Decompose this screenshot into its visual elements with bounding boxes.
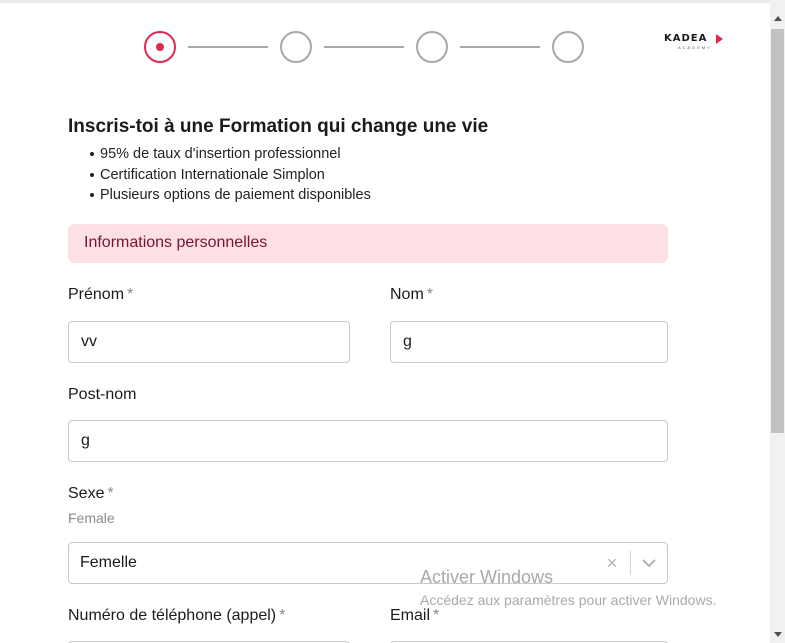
- top-divider: [0, 0, 770, 3]
- logo-subtext: ACADEMY: [678, 45, 712, 50]
- required-marker: *: [279, 607, 286, 624]
- step-2-indicator[interactable]: [280, 31, 312, 63]
- step-1-indicator[interactable]: [144, 31, 176, 63]
- section-banner: Informations personnelles: [68, 224, 668, 263]
- logo-text: KADEA: [664, 33, 708, 44]
- scroll-up-arrow-icon[interactable]: [774, 16, 782, 21]
- prenom-label: Prénom *: [68, 286, 133, 304]
- nom-label-text: Nom: [390, 286, 424, 303]
- section-title: Informations personnelles: [84, 234, 268, 251]
- nom-input-value: g: [403, 333, 412, 350]
- postnom-input-value: g: [81, 432, 90, 449]
- required-marker: *: [127, 286, 134, 303]
- step-4-indicator[interactable]: [552, 31, 584, 63]
- chevron-down-icon[interactable]: [631, 559, 667, 567]
- step-connector: [324, 46, 404, 48]
- step-3-indicator[interactable]: [416, 31, 448, 63]
- postnom-input[interactable]: g: [68, 420, 668, 462]
- required-marker: *: [426, 286, 434, 303]
- prenom-input-value: vv: [81, 333, 97, 350]
- windows-activation-watermark: Activer Windows Accédez aux paramètres p…: [420, 567, 716, 608]
- benefit-item: Certification Internationale Simplon: [90, 165, 371, 186]
- required-marker: *: [107, 485, 114, 502]
- prenom-label-text: Prénom: [68, 286, 125, 303]
- progress-stepper: [144, 31, 584, 63]
- email-label-text: Email: [390, 607, 431, 624]
- telephone-label-text: Numéro de téléphone (appel): [68, 607, 277, 624]
- sexe-hint: Female: [68, 510, 115, 526]
- vertical-scrollbar[interactable]: [770, 0, 785, 643]
- benefit-item: 95% de taux d'insertion professionnel: [90, 144, 371, 165]
- step-connector: [460, 46, 540, 48]
- play-arrow-icon: [716, 34, 723, 44]
- prenom-input[interactable]: vv: [68, 321, 350, 363]
- step-connector: [188, 46, 268, 48]
- watermark-title: Activer Windows: [420, 567, 554, 587]
- telephone-label: Numéro de téléphone (appel) *: [68, 607, 285, 625]
- sexe-label: Sexe *: [68, 485, 114, 503]
- scrollbar-thumb[interactable]: [771, 29, 784, 433]
- scroll-down-arrow-icon[interactable]: [774, 632, 782, 637]
- sexe-label-text: Sexe: [68, 485, 105, 502]
- benefit-item: Plusieurs options de paiement disponible…: [90, 185, 371, 206]
- page-title: Inscris-toi à une Formation qui change u…: [68, 116, 489, 137]
- watermark-subtitle: Accédez aux paramètres pour activer Wind…: [420, 592, 717, 608]
- nom-input[interactable]: g: [390, 321, 668, 363]
- kadea-academy-logo: KADEA ACADEMY: [664, 33, 724, 50]
- postnom-label: Post-nom: [68, 386, 136, 404]
- benefits-list: 95% de taux d'insertion professionnel Ce…: [90, 144, 371, 206]
- required-marker: *: [433, 607, 440, 624]
- nom-label: Nom *: [390, 286, 433, 304]
- email-label: Email *: [390, 607, 439, 625]
- postnom-label-text: Post-nom: [68, 386, 137, 403]
